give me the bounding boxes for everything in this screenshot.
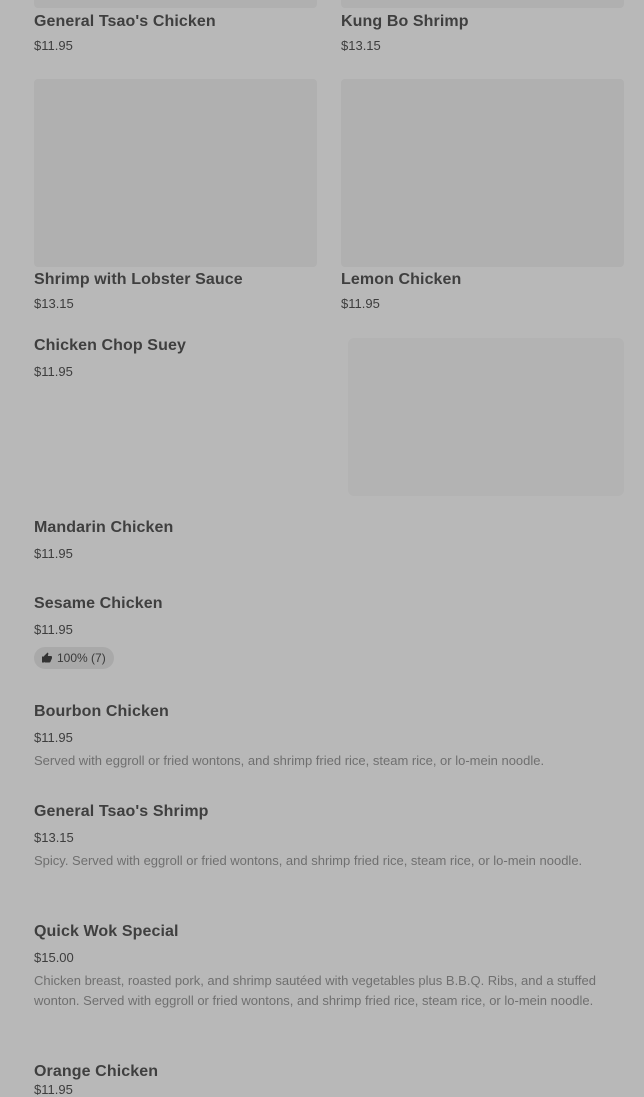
item-price: $13.15 xyxy=(34,830,74,845)
item-image[interactable] xyxy=(34,79,317,267)
item-name[interactable]: General Tsao's Chicken xyxy=(34,13,216,31)
item-image[interactable] xyxy=(34,0,317,8)
item-price: $13.15 xyxy=(341,38,381,53)
item-price: $15.00 xyxy=(34,950,74,965)
item-price: $11.95 xyxy=(34,364,73,379)
item-price: $11.95 xyxy=(34,1082,73,1097)
rating-text: 100% (7) xyxy=(57,651,106,665)
item-name[interactable]: Orange Chicken xyxy=(34,1063,158,1081)
item-price: $11.95 xyxy=(341,296,380,311)
item-price: $11.95 xyxy=(34,546,73,561)
item-price: $11.95 xyxy=(34,730,73,745)
thumbs-up-icon xyxy=(42,652,52,663)
item-name[interactable]: Bourbon Chicken xyxy=(34,703,169,721)
item-image[interactable] xyxy=(341,0,624,8)
item-price: $11.95 xyxy=(34,38,73,53)
item-name[interactable]: Mandarin Chicken xyxy=(34,519,173,537)
item-name[interactable]: Kung Bo Shrimp xyxy=(341,13,469,31)
rating-badge: 100% (7) xyxy=(34,647,114,669)
item-price: $13.15 xyxy=(34,296,74,311)
item-name[interactable]: Shrimp with Lobster Sauce xyxy=(34,271,243,289)
item-description: Spicy. Served with eggroll or fried wont… xyxy=(34,853,583,868)
item-name[interactable]: General Tsao's Shrimp xyxy=(34,803,209,821)
item-image[interactable] xyxy=(348,338,624,496)
item-name[interactable]: Sesame Chicken xyxy=(34,595,163,613)
item-name[interactable]: Chicken Chop Suey xyxy=(34,337,186,355)
item-name[interactable]: Lemon Chicken xyxy=(341,271,461,289)
item-price: $11.95 xyxy=(34,622,73,637)
item-description: Served with eggroll or fried wontons, an… xyxy=(34,753,545,768)
item-image[interactable] xyxy=(341,79,624,267)
item-description: Chicken breast, roasted pork, and shrimp… xyxy=(34,973,596,1008)
item-name[interactable]: Quick Wok Special xyxy=(34,923,179,941)
